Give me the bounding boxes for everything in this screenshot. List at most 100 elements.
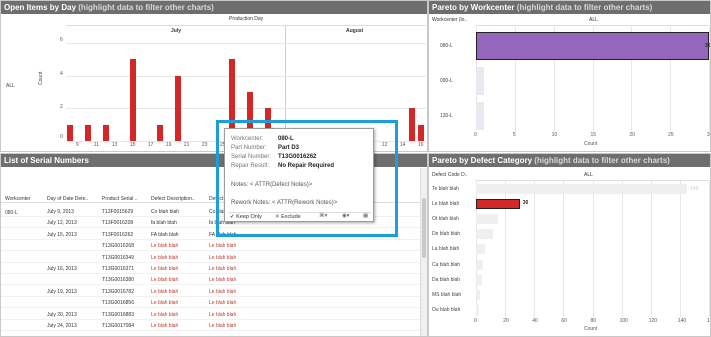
- date-cell: July 20, 2013: [47, 311, 77, 318]
- description-cell: FA blah blah: [151, 231, 179, 238]
- defect-bar[interactable]: [476, 274, 482, 285]
- description-cell: Le blah blah: [151, 277, 179, 284]
- col-day-of-date[interactable]: Day of Date Dete..: [47, 196, 99, 202]
- x-tick-label: 9: [75, 142, 79, 148]
- x-tick-label: 20: [629, 132, 635, 138]
- serial-list-scrollbar[interactable]: [420, 168, 427, 336]
- table-row[interactable]: July 20, 2013 T13G0016883 Le blah blah Le b…: [1, 311, 427, 320]
- workcenter-plot[interactable]: 080-L 090-L 130-L 30: [440, 27, 710, 131]
- x-tick-label: 25: [668, 132, 674, 138]
- serial-cell: T13G0017084: [102, 323, 134, 329]
- workcenter-x-axis: 0 5 10 15 20 25 30: [474, 132, 710, 140]
- defect-all-header: ALL: [584, 172, 593, 178]
- table-row[interactable]: T13G0016349 Le blah blah Le blah blah: [1, 254, 427, 263]
- x-tick-label: 0: [474, 318, 477, 324]
- workcenter-bar[interactable]: [476, 32, 709, 60]
- x-tick-label: 10: [551, 132, 558, 138]
- x-gridline: [709, 181, 710, 317]
- pareto-workcenter-subtitle: (highlight data to filter other charts): [516, 3, 653, 12]
- day-bar[interactable]: [67, 124, 73, 141]
- workcenter-bar[interactable]: [476, 102, 484, 130]
- x-tick-label: 100: [619, 318, 628, 324]
- defect-cell: Le blah blah: [209, 288, 237, 295]
- col-defect-description[interactable]: Defect Description..: [151, 196, 206, 202]
- tooltip-highlight-box: [216, 120, 398, 237]
- production-day-header: Production Day: [229, 16, 264, 22]
- month-header-line: [66, 25, 426, 26]
- defect-row-label: Da blah blah: [432, 276, 461, 283]
- x-gridline: [534, 181, 536, 317]
- x-tick-label: 19: [165, 142, 172, 148]
- defect-bar[interactable]: [476, 199, 520, 210]
- x-tick-label: 80: [590, 318, 597, 324]
- defect-col-header: Defect Code D..: [432, 172, 468, 178]
- defect-row-label: Ca blah blah: [432, 261, 461, 268]
- defect-bar[interactable]: [476, 229, 494, 240]
- defect-bar[interactable]: [476, 304, 479, 315]
- scrollbar-thumb[interactable]: [422, 198, 426, 258]
- defect-bar[interactable]: [476, 214, 498, 225]
- table-row[interactable]: July 19, 2013 T13G0016782 Le blah blah Le b…: [1, 288, 427, 297]
- day-bar[interactable]: [418, 124, 424, 141]
- defect-cell: Le blah blah: [209, 311, 237, 318]
- col-product-serial[interactable]: Product Serial ..: [102, 196, 147, 202]
- defect-bar[interactable]: [476, 259, 484, 270]
- defect-row-label: Le blah blah: [432, 201, 460, 208]
- x-gridline: [563, 181, 565, 317]
- defect-value-label: 30: [522, 200, 529, 207]
- col-workcenter[interactable]: Workcenter: [5, 196, 45, 202]
- table-row[interactable]: T13G0016268 Le blah blah Le blah blah: [1, 242, 427, 252]
- pareto-defect-title: Pareto by Defect Category (highlight dat…: [429, 154, 710, 167]
- workcenter-col-header: Workcenter (lo..: [432, 17, 468, 23]
- day-bar[interactable]: [103, 124, 109, 141]
- open-items-subtitle: (highlight data to filter other charts): [78, 3, 214, 12]
- serial-cell: T13F0016208: [102, 220, 134, 227]
- day-bar[interactable]: [85, 124, 91, 141]
- date-cell: July 12, 2013: [47, 220, 77, 227]
- pareto-workcenter-title: Pareto by Workcenter (highlight data to …: [429, 1, 710, 14]
- day-bar[interactable]: [130, 59, 136, 141]
- x-tick-label: 20: [503, 318, 509, 324]
- x-tick-label: 14: [399, 142, 406, 148]
- description-cell: Le blah blah: [151, 243, 179, 250]
- day-bar[interactable]: [409, 108, 415, 141]
- table-row[interactable]: T13G0016380 Le blah blah Le blah blah: [1, 276, 427, 286]
- y-tick: 6: [60, 37, 63, 43]
- pareto-defect-panel: Pareto by Defect Category (highlight dat…: [428, 153, 711, 337]
- defect-bar[interactable]: [476, 184, 688, 194]
- pareto-workcenter-panel: Pareto by Workcenter (highlight data to …: [428, 0, 711, 152]
- serial-cell: T13G0016883: [102, 311, 134, 318]
- x-tick-label: 140: [677, 318, 687, 324]
- workcenter-header-line: [476, 25, 709, 26]
- serial-cell: T13G0016371: [102, 266, 134, 272]
- x-tick-label: 5: [512, 132, 516, 138]
- x-tick-label: 120: [648, 318, 658, 324]
- serial-cell: T13F0015629: [102, 209, 134, 215]
- defect-bar[interactable]: [476, 244, 485, 255]
- pareto-workcenter-title-text: Pareto by Workcenter: [432, 3, 515, 12]
- defect-x-axis: 0 20 40 60 80 100 120 140 160: [474, 318, 710, 326]
- defect-row-label: MS blah blah: [432, 291, 462, 298]
- x-tick-label: 11: [93, 142, 100, 148]
- x-tick-label: 15: [129, 142, 136, 148]
- defect-top-value-label: 145: [690, 186, 699, 192]
- description-cell: Co blah blah: [151, 209, 180, 215]
- table-row[interactable]: T13G0016856 Le blah blah Le blah blah: [1, 299, 427, 309]
- table-row[interactable]: July 16, 2013 T13G0016371 Le blah blah Le b…: [1, 265, 427, 274]
- description-cell: fa blah blah: [151, 220, 177, 227]
- defect-cell: Le blah blah: [209, 254, 237, 261]
- defect-plot[interactable]: Te blah blah Le blah blah Ot blah blah De b…: [432, 181, 710, 317]
- description-cell: Le blah blah: [151, 311, 179, 318]
- defect-cell: Le blah blah: [209, 266, 237, 272]
- description-cell: Le blah blah: [151, 254, 179, 261]
- defect-bar[interactable]: [476, 289, 481, 300]
- workcenter-bar[interactable]: [476, 67, 484, 95]
- day-bar[interactable]: [157, 124, 163, 141]
- date-cell: July 15, 2013: [47, 231, 77, 238]
- workcenter-all-header: ALL: [589, 17, 598, 23]
- defect-row-label: Ot blah blah: [432, 216, 459, 223]
- day-bar[interactable]: [175, 75, 181, 141]
- table-row[interactable]: July 24, 2013 T13G0017084 Le blah blah Le b…: [1, 322, 427, 331]
- x-gridline: [650, 181, 652, 317]
- description-cell: Le blah blah: [151, 266, 179, 272]
